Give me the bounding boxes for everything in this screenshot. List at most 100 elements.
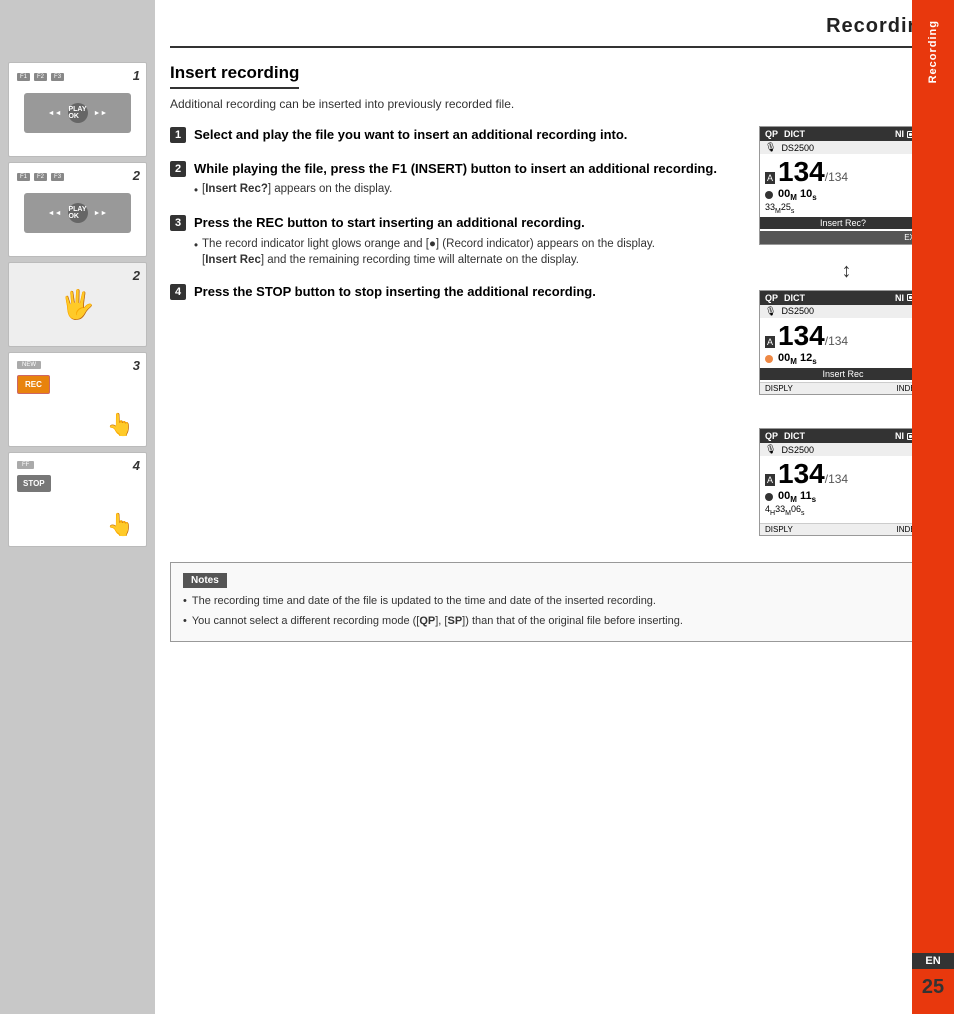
- insert-rec-q-bar: Insert Rec?: [760, 217, 926, 229]
- rec-button[interactable]: REC: [17, 375, 50, 394]
- note-bullet-1: •: [183, 594, 187, 609]
- insert-rec-bar: Insert Rec: [760, 368, 926, 380]
- big-num-2: 134: [778, 320, 825, 352]
- big-num-1: 134: [778, 156, 825, 188]
- section-title: Insert recording: [170, 63, 299, 89]
- ds-number-row-3: A 134 /134: [760, 456, 926, 490]
- illus-num-1: 1: [133, 68, 140, 83]
- step-4: 4 Press the STOP button to stop insertin…: [170, 283, 744, 305]
- step-number-2: 2: [170, 161, 186, 177]
- step-number-1: 1: [170, 127, 186, 143]
- disply-label-2: DISPLY: [765, 384, 793, 393]
- time-3a: 00M 11s: [778, 490, 816, 504]
- step-3-bullet-text-1: The record indicator light glows orange …: [202, 236, 655, 268]
- record-dot-3: [765, 493, 773, 501]
- device-illus-4: 4 FF STOP 👆: [8, 452, 147, 547]
- step-2-bullet-text: [Insert Rec?] appears on the display.: [202, 181, 392, 197]
- ds-header-left-2: QP DICT: [765, 293, 805, 303]
- qp-label-2: QP: [765, 293, 778, 303]
- qp-label-3: QP: [765, 431, 778, 441]
- step-body-2: • [Insert Rec?] appears on the display.: [194, 181, 744, 199]
- notes-item-1: • The recording time and date of the fil…: [183, 594, 921, 609]
- page-header: Recording: [170, 15, 934, 48]
- device-illus-1: 1 F1 F2 F3 ◄◄ PLAYOK ►►: [8, 62, 147, 157]
- step-2: 2 While playing the file, press the F1 (…: [170, 160, 744, 203]
- device-illus-2b: 2 🖐: [8, 262, 147, 347]
- slash-num-1: /134: [825, 170, 848, 184]
- ds-header-1: QP DICT NI: [760, 127, 926, 141]
- step-content-3: Press the REC button to start inserting …: [194, 214, 744, 271]
- step-heading-3: Press the REC button to start inserting …: [194, 214, 744, 232]
- notes-title: Notes: [183, 573, 227, 588]
- mic-icon: 🎙: [765, 142, 776, 153]
- stop-button[interactable]: STOP: [17, 475, 51, 492]
- f-buttons-1: F1 F2 F3: [17, 73, 64, 81]
- ds-number-row-1: A 134 /134: [760, 154, 926, 188]
- big-num-3: 134: [778, 458, 825, 490]
- dict-label-2: DICT: [784, 293, 805, 303]
- ni-label: NI: [895, 129, 904, 139]
- note-text-2: You cannot select a different recording …: [192, 614, 683, 629]
- ds-bottom-bar-3: DISPLY INDEX: [760, 523, 926, 535]
- device-illus-2: 2 F1 F2 F3 ◄◄ PLAYOK ►►: [8, 162, 147, 257]
- device-illus-3: 3 NEW REC 👆: [8, 352, 147, 447]
- en-badge: EN: [912, 953, 954, 969]
- notes-section: Notes • The recording time and date of t…: [170, 562, 934, 642]
- illus-num-2b: 2: [133, 268, 140, 283]
- new-label: NEW: [17, 361, 41, 369]
- f1-btn: F1: [17, 73, 30, 81]
- ds-row-1a: 00M 10s: [760, 188, 926, 202]
- record-dot-2: [765, 355, 773, 363]
- f1-btn-2: F1: [17, 173, 30, 181]
- playok-bar-2: ◄◄ PLAYOK ►►: [24, 193, 131, 233]
- main-content: Recording Insert recording Additional re…: [155, 0, 954, 1014]
- record-dot-1: [765, 191, 773, 199]
- ni-label-3: NI: [895, 431, 904, 441]
- slash-num-3: /134: [825, 472, 848, 486]
- illus-num-2a: 2: [133, 168, 140, 183]
- ds-bottom-bar-2: DISPLY INDEX: [760, 382, 926, 394]
- step-heading-2: While playing the file, press the F1 (IN…: [194, 160, 744, 178]
- page-number: 25: [912, 976, 954, 999]
- step-1: 1 Select and play the file you want to i…: [170, 126, 744, 148]
- ds-header-left-1: QP DICT: [765, 129, 805, 139]
- ds-subheader-1: 🎙 DS2500: [760, 141, 926, 154]
- dict-label-3: DICT: [784, 431, 805, 441]
- playok-bar: ◄◄ PLAYOK ►►: [24, 93, 131, 133]
- time-1a: 00M 10s: [778, 188, 817, 202]
- row-letter-1: A: [765, 172, 775, 184]
- step-heading-4: Press the STOP button to stop inserting …: [194, 283, 744, 301]
- f2-btn: F2: [34, 73, 47, 81]
- left-sidebar: 1 F1 F2 F3 ◄◄ PLAYOK ►► 2 F1 F2 F3: [0, 0, 155, 1014]
- ds-row-2a: 00M 12s: [760, 352, 926, 366]
- ds-subheader-2: 🎙 DS2500: [760, 305, 926, 318]
- exit-btn: EXIT: [760, 231, 926, 244]
- step-2-bullet-1: • [Insert Rec?] appears on the display.: [194, 181, 744, 199]
- step-body-3: • The record indicator light glows orang…: [194, 236, 744, 268]
- step-3-bullet-1: • The record indicator light glows orang…: [194, 236, 744, 268]
- dict-label: DICT: [784, 129, 805, 139]
- ds2500-label-1: DS2500: [781, 143, 814, 153]
- ds-row-1b: 33M25s: [760, 202, 926, 215]
- note-text-1: The recording time and date of the file …: [192, 594, 656, 609]
- qp-label: QP: [765, 129, 778, 139]
- ds2500-label-2: DS2500: [781, 306, 814, 316]
- device-screen-2: QP DICT NI 🎙: [759, 290, 927, 395]
- row-letter-3: A: [765, 474, 775, 486]
- right-sidebar: Recording EN 25: [912, 0, 954, 1014]
- subtitle: Additional recording can be inserted int…: [170, 97, 934, 111]
- steps-area: 1 Select and play the file you want to i…: [170, 126, 934, 544]
- ds2500-label-3: DS2500: [781, 445, 814, 455]
- f3-btn: F3: [51, 73, 64, 81]
- spacer: [759, 408, 934, 423]
- time-2a: 00M 12s: [778, 352, 817, 366]
- ds-header-2: QP DICT NI: [760, 291, 926, 305]
- f3-btn-2: F3: [51, 173, 64, 181]
- ds-header-left-3: QP DICT: [765, 431, 805, 441]
- device-screen-1: QP DICT NI 🎙: [759, 126, 927, 245]
- device-screen-3: QP DICT NI 🎙: [759, 428, 927, 536]
- mic-icon-3: 🎙: [765, 444, 776, 455]
- sidebar-recording-label: Recording: [927, 20, 939, 83]
- slash-num-2: /134: [825, 334, 848, 348]
- notes-item-2: • You cannot select a different recordin…: [183, 614, 921, 629]
